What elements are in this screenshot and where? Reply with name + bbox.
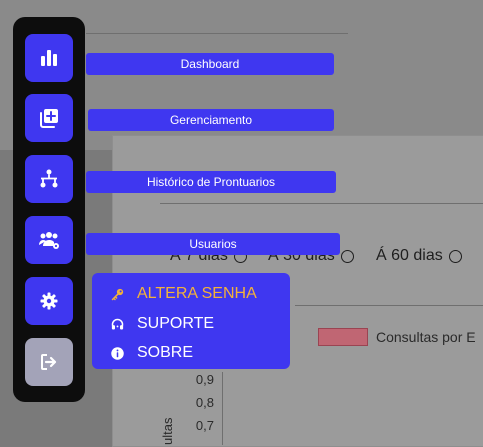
gear-icon <box>40 292 58 310</box>
sidebar-button-usuarios[interactable] <box>25 216 73 264</box>
sidebar-button-dashboard[interactable] <box>25 34 73 82</box>
sidebar-label-dashboard[interactable]: Dashboard <box>86 53 334 75</box>
sidebar <box>13 17 85 402</box>
sidebar-label-usuarios[interactable]: Usuarios <box>86 233 340 255</box>
divider <box>86 33 348 34</box>
menu-item-sobre[interactable]: SOBRE <box>110 344 193 362</box>
y-axis-line <box>222 372 223 445</box>
menu-item-label: SOBRE <box>137 344 194 361</box>
sidebar-button-logout[interactable] <box>25 338 73 386</box>
divider <box>160 203 483 204</box>
users-settings-icon <box>39 232 59 249</box>
sidebar-button-settings[interactable] <box>25 277 73 325</box>
info-icon <box>111 346 124 360</box>
chart-legend: Consultas por E <box>318 328 476 346</box>
bar-chart-icon <box>41 50 57 66</box>
radio-icon <box>448 249 462 263</box>
key-icon <box>111 288 124 300</box>
y-tick: 0,7 <box>195 418 214 433</box>
y-tick: 0,8 <box>195 395 214 410</box>
y-axis-label: ultas <box>160 417 175 445</box>
legend-swatch <box>318 328 368 346</box>
menu-item-label: ALTERA SENHA <box>137 285 257 302</box>
y-tick: 0,9 <box>195 372 214 387</box>
settings-menu: ALTERA SENHA SUPORTE SOBRE <box>92 273 290 369</box>
sidebar-button-gerenciamento[interactable] <box>25 94 73 142</box>
headset-icon <box>111 318 124 329</box>
menu-item-altera-senha[interactable]: ALTERA SENHA <box>110 285 257 303</box>
divider <box>295 305 483 306</box>
sidebar-label-historico[interactable]: Histórico de Prontuarios <box>86 171 336 193</box>
sidebar-label-gerenciamento[interactable]: Gerenciamento <box>88 109 334 131</box>
legend-label: Consultas por E <box>376 329 476 345</box>
logout-icon <box>41 354 57 370</box>
radio-icon <box>340 249 354 263</box>
menu-item-label: SUPORTE <box>137 315 215 332</box>
sidebar-button-historico[interactable] <box>25 155 73 203</box>
range-option-60[interactable]: Á 60 dias <box>376 247 462 265</box>
menu-item-suporte[interactable]: SUPORTE <box>110 315 214 333</box>
flow-icon <box>40 169 58 188</box>
add-copy-icon <box>40 109 58 128</box>
